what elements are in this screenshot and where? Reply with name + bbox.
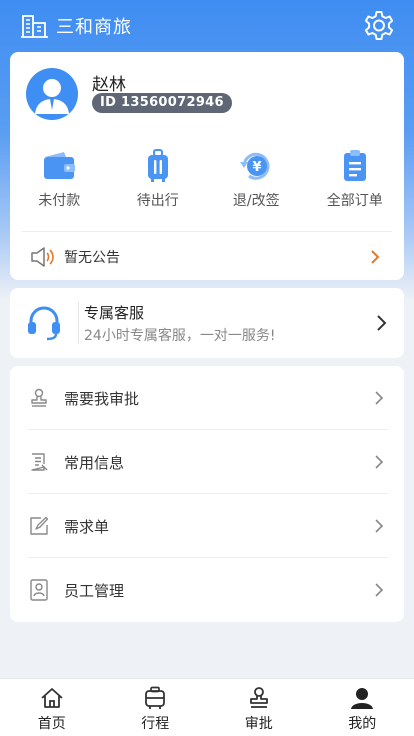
stamp-icon — [28, 387, 50, 409]
tab-approval[interactable]: 审批 — [207, 679, 311, 736]
menu-item-my-approvals[interactable]: 需要我审批 — [10, 366, 404, 430]
menu-item-common-info[interactable]: 常用信息 — [10, 430, 404, 494]
approval-icon — [246, 686, 272, 710]
menu-item-employee-management[interactable]: 员工管理 — [10, 558, 404, 622]
user-name: 赵林 — [92, 75, 126, 95]
luggage-icon — [139, 148, 177, 184]
shortcut-unpaid[interactable]: 未付款 — [10, 148, 109, 210]
svg-text:¥: ¥ — [253, 160, 262, 175]
service-subtitle: 24小时专属客服，一对一服务! — [84, 328, 276, 344]
building-icon — [21, 15, 48, 38]
chevron-right-icon — [371, 250, 380, 264]
shortcut-label: 全部订单 — [326, 193, 383, 209]
shortcut-label: 退/改签 — [232, 193, 280, 209]
order-shortcuts: 未付款 待出行 ¥ 退/改签 全部订单 — [10, 148, 404, 210]
chevron-right-icon — [377, 315, 387, 331]
user-avatar-icon — [35, 79, 69, 114]
app-title: 三和商旅 — [56, 17, 132, 38]
menu-label: 常用信息 — [64, 453, 125, 472]
bottom-tab-bar: 首页 行程 审批 我的 — [0, 678, 414, 736]
employee-card-icon — [28, 579, 50, 601]
menu-card: 需要我审批 常用信息 需求单 员工管理 — [10, 366, 404, 622]
user-id-badge: ID 13560072946 — [92, 93, 232, 113]
announcement-bar[interactable]: 暂无公告 — [30, 244, 384, 270]
order-list-icon — [336, 148, 374, 184]
tab-home[interactable]: 首页 — [0, 679, 104, 736]
speaker-icon — [31, 247, 54, 267]
chevron-right-icon — [375, 391, 384, 405]
shortcut-label: 待出行 — [136, 193, 179, 209]
chevron-right-icon — [375, 519, 384, 533]
gear-icon[interactable] — [362, 9, 396, 43]
shortcut-all-orders[interactable]: 全部订单 — [306, 148, 405, 210]
tab-label: 审批 — [244, 716, 273, 732]
shortcut-label: 未付款 — [38, 193, 81, 209]
refund-icon: ¥ — [237, 148, 275, 184]
home-icon — [39, 686, 65, 710]
profile-icon — [349, 686, 375, 710]
top-bar: 三和商旅 — [0, 0, 414, 52]
brand: 三和商旅 — [20, 13, 132, 39]
service-title: 专属客服 — [84, 304, 145, 322]
shortcut-refund-change[interactable]: ¥ 退/改签 — [207, 148, 306, 210]
tab-trips[interactable]: 行程 — [104, 679, 208, 736]
tab-me[interactable]: 我的 — [311, 679, 414, 736]
tab-label: 首页 — [37, 716, 66, 732]
tab-label: 行程 — [141, 716, 170, 732]
edit-icon — [28, 515, 50, 537]
trip-icon — [142, 686, 168, 710]
tab-label: 我的 — [348, 716, 377, 732]
shortcut-pending-trip[interactable]: 待出行 — [109, 148, 208, 210]
document-icon — [28, 451, 50, 473]
chevron-right-icon — [375, 583, 384, 597]
menu-label: 需要我审批 — [64, 389, 140, 408]
headset-icon — [28, 306, 60, 341]
profile-card: 赵林 ID 13560072946 未付款 待出行 ¥ 退/改签 全部订单 暂无… — [10, 52, 404, 280]
menu-label: 需求单 — [64, 517, 110, 536]
announcement-text: 暂无公告 — [64, 250, 120, 266]
chevron-right-icon — [375, 455, 384, 469]
wallet-icon — [40, 148, 78, 184]
divider — [78, 302, 79, 344]
customer-service-card[interactable]: 专属客服 24小时专属客服，一对一服务! — [10, 288, 404, 358]
avatar[interactable] — [26, 68, 78, 120]
menu-item-requests[interactable]: 需求单 — [10, 494, 404, 558]
divider — [22, 231, 392, 232]
menu-label: 员工管理 — [64, 581, 125, 600]
